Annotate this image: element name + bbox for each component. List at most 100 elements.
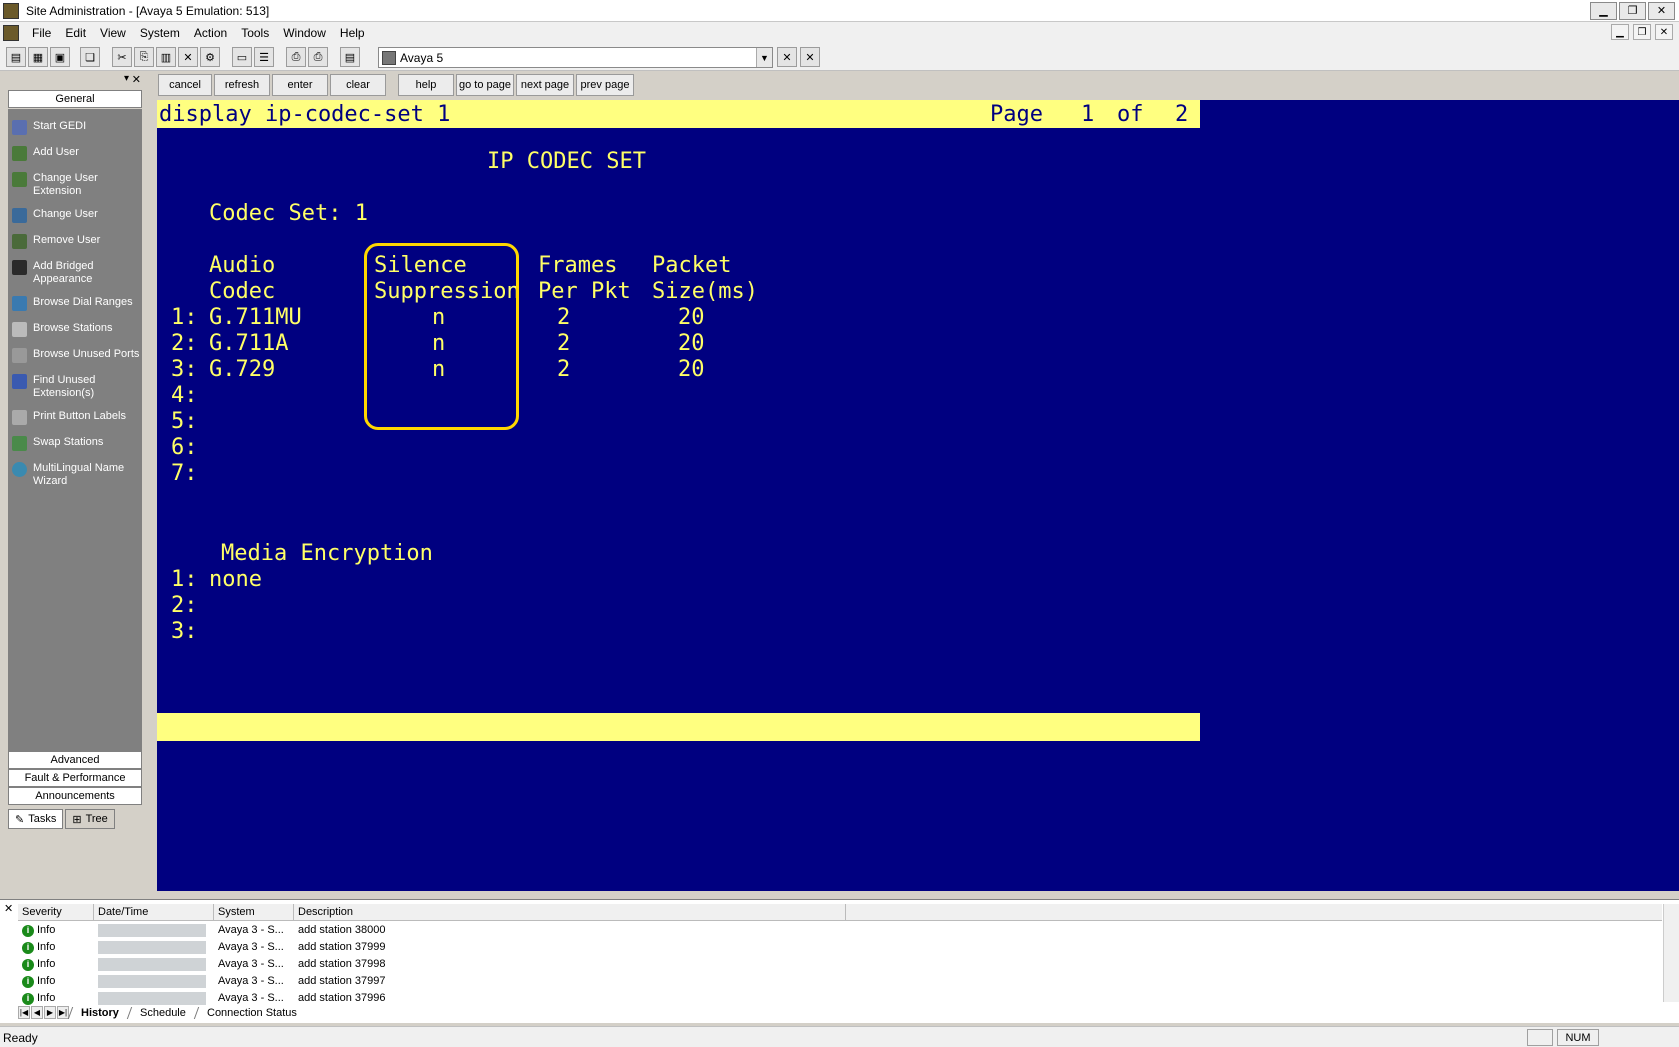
menu-tools[interactable]: Tools (234, 26, 276, 40)
task-label: Swap Stations (33, 436, 104, 448)
print-icon[interactable]: ⎙ (308, 47, 328, 67)
frames-field[interactable]: 2 (557, 357, 570, 382)
codec-field[interactable]: G.711A (209, 331, 288, 356)
task-add-user[interactable]: Add User (12, 146, 140, 161)
restore-button[interactable]: ❐ (1619, 2, 1646, 20)
packet-field[interactable]: 20 (678, 357, 705, 382)
tab-schedule[interactable]: Schedule (126, 1006, 198, 1019)
col-severity[interactable]: Severity (18, 904, 94, 920)
save-icon[interactable]: ▣ (50, 47, 70, 67)
close-icon[interactable]: ✕ (4, 902, 13, 915)
task-remove-user[interactable]: Remove User (12, 234, 140, 249)
connect-icon[interactable]: ✕ (777, 47, 797, 67)
task-label: Browse Dial Ranges (33, 296, 133, 308)
menu-view[interactable]: View (93, 26, 133, 40)
task-browse-dial-ranges[interactable]: Browse Dial Ranges (12, 296, 140, 311)
child-minimize-button[interactable]: ▁ (1611, 24, 1629, 40)
silence-suppression-highlight (364, 243, 519, 430)
task-add-bridged-appearance[interactable]: Add Bridged Appearance (12, 260, 140, 286)
script-icon[interactable]: ▤ (340, 47, 360, 67)
system-cell: Avaya 3 - S... (218, 975, 284, 987)
frames-field[interactable]: 2 (557, 305, 570, 330)
list-view-icon[interactable]: ☰ (254, 47, 274, 67)
close-button[interactable]: ✕ (1648, 2, 1675, 20)
frames-field[interactable]: 2 (557, 331, 570, 356)
cut-icon[interactable]: ✂ (112, 47, 132, 67)
child-close-button[interactable]: ✕ (1655, 24, 1673, 40)
group-fault-performance[interactable]: Fault & Performance (8, 769, 142, 787)
description-cell: add station 37996 (298, 992, 386, 1004)
go-to-page-button[interactable]: go to page (456, 74, 514, 96)
log-scrollbar[interactable] (1663, 904, 1679, 1002)
task-start-gedi[interactable]: Start GEDI (12, 120, 140, 135)
group-general[interactable]: General (8, 90, 142, 108)
first-page-icon[interactable]: |◀ (18, 1006, 30, 1019)
col-description[interactable]: Description (294, 904, 846, 920)
terminal-screen[interactable]: display ip-codec-set 1 Page 1 of 2 IP CO… (157, 100, 1679, 891)
packet-field[interactable]: 20 (678, 305, 705, 330)
open-icon[interactable]: ▦ (28, 47, 48, 67)
paste-icon[interactable]: ▥ (156, 47, 176, 67)
table-row[interactable]: i Info Avaya 3 - S... add station 37997 (18, 973, 1662, 990)
task-browse-stations[interactable]: Browse Stations (12, 322, 140, 337)
pin-icon[interactable]: ▾ (124, 73, 129, 84)
num-lock-indicator: NUM (1557, 1029, 1599, 1046)
minimize-button[interactable]: ▁ (1590, 2, 1617, 20)
codec-field[interactable]: G.711MU (209, 305, 302, 330)
menu-bar: File Edit View System Action Tools Windo… (0, 22, 1679, 43)
table-row[interactable]: i Info Avaya 3 - S... add station 38000 (18, 922, 1662, 939)
prev-icon[interactable]: ◀ (31, 1006, 43, 1019)
next-page-button[interactable]: next page (516, 74, 574, 96)
help-button[interactable]: help (398, 74, 454, 96)
clear-button[interactable]: clear (330, 74, 386, 96)
severity-cell: Info (37, 975, 56, 987)
tab-tasks[interactable]: ✎ Tasks (8, 809, 64, 829)
group-advanced[interactable]: Advanced (8, 751, 142, 769)
menu-system[interactable]: System (133, 26, 187, 40)
task-change-user-extension[interactable]: Change User Extension (12, 172, 140, 198)
menu-window[interactable]: Window (276, 26, 333, 40)
col-datetime[interactable]: Date/Time (94, 904, 214, 920)
properties-icon[interactable]: ⚙ (200, 47, 220, 67)
packet-field[interactable]: 20 (678, 331, 705, 356)
task-swap-stations[interactable]: Swap Stations (12, 436, 140, 451)
col-system[interactable]: System (214, 904, 294, 920)
task-change-user[interactable]: Change User (12, 208, 140, 223)
media-encryption-field[interactable]: none (209, 567, 262, 592)
tab-connection-status[interactable]: Connection Status (193, 1006, 309, 1019)
form-view-icon[interactable]: ▭ (232, 47, 252, 67)
delete-icon[interactable]: ✕ (178, 47, 198, 67)
group-announcements[interactable]: Announcements (8, 787, 142, 805)
task-multilingual-name-wizard[interactable]: MultiLingual Name Wizard (12, 462, 140, 488)
prev-page-button[interactable]: prev page (576, 74, 634, 96)
task-find-unused-extensions[interactable]: Find Unused Extension(s) (12, 374, 140, 400)
next-icon[interactable]: ▶ (44, 1006, 56, 1019)
chevron-down-icon[interactable]: ▼ (756, 48, 772, 67)
copy-window-icon[interactable]: ❏ (80, 47, 100, 67)
cancel-button[interactable]: cancel (158, 74, 212, 96)
menu-help[interactable]: Help (333, 26, 372, 40)
menu-file[interactable]: File (25, 26, 58, 40)
enter-button[interactable]: enter (272, 74, 328, 96)
close-icon[interactable]: ✕ (132, 73, 141, 86)
disconnect-icon[interactable]: ✕ (800, 47, 820, 67)
menu-edit[interactable]: Edit (58, 26, 93, 40)
server-icon (382, 50, 396, 65)
change-user-icon (12, 208, 27, 223)
document-icon[interactable] (3, 24, 19, 41)
task-print-button-labels[interactable]: Print Button Labels (12, 410, 140, 425)
task-browse-unused-ports[interactable]: Browse Unused Ports (12, 348, 140, 363)
tab-tree[interactable]: ⊞ Tree (65, 809, 115, 829)
refresh-button[interactable]: refresh (214, 74, 270, 96)
system-select[interactable]: Avaya 5 ▼ (378, 47, 773, 68)
codec-field[interactable]: G.729 (209, 357, 275, 382)
page-of: of (1117, 102, 1144, 127)
print-preview-icon[interactable]: ⎙ (286, 47, 306, 67)
table-row[interactable]: i Info Avaya 3 - S... add station 37999 (18, 939, 1662, 956)
table-row[interactable]: i Info Avaya 3 - S... add station 37998 (18, 956, 1662, 973)
new-icon[interactable]: ▤ (6, 47, 26, 67)
tab-history[interactable]: History (67, 1006, 132, 1019)
copy-icon[interactable]: ⎘ (134, 47, 154, 67)
child-restore-button[interactable]: ❐ (1633, 24, 1651, 40)
menu-action[interactable]: Action (187, 26, 234, 40)
